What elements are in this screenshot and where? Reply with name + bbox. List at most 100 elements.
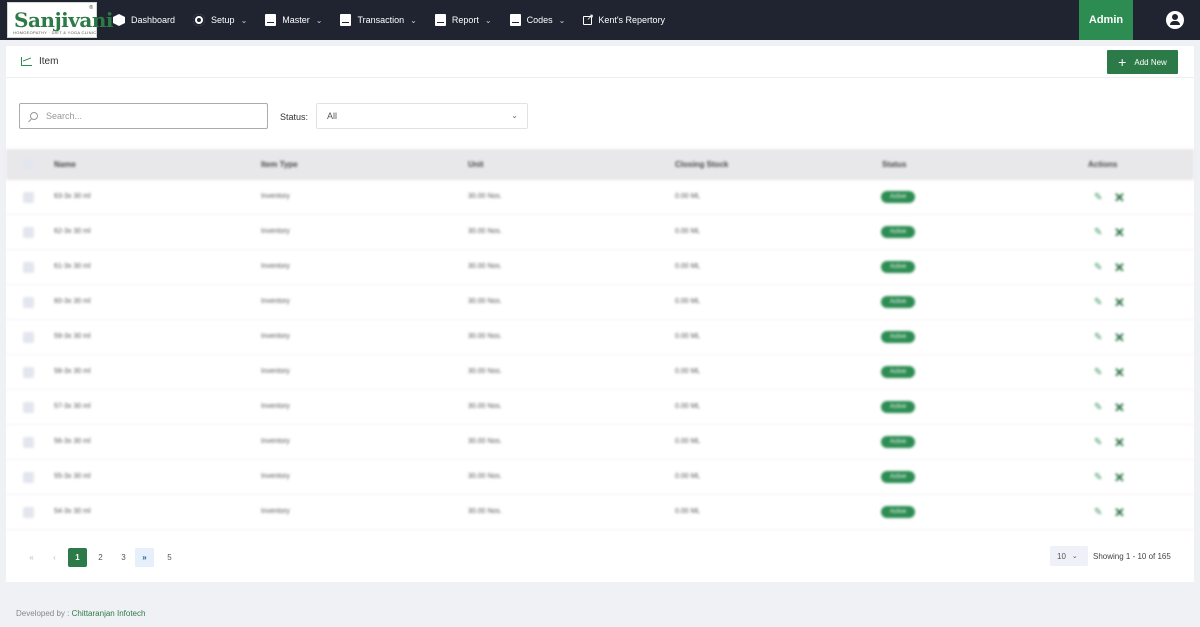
row-checkbox[interactable] <box>23 472 34 483</box>
chevron-down-icon: ⌄ <box>240 15 248 25</box>
row-checkbox[interactable] <box>23 437 34 448</box>
add-new-button[interactable]: + Add New <box>1107 50 1178 74</box>
table-row[interactable]: 58-3x 30 ml Inventory 30.00 Nos. 0.00 ML… <box>6 355 1194 390</box>
nav-kents-repertory[interactable]: Kent's Repertory <box>583 0 665 40</box>
delete-x-icon[interactable]: ✕ <box>1114 470 1125 486</box>
delete-x-icon[interactable]: ✕ <box>1114 400 1125 416</box>
delete-x-icon[interactable]: ✕ <box>1114 225 1125 241</box>
external-link-icon <box>583 12 594 25</box>
column-header-closing-stock[interactable]: Closing Stock <box>675 160 728 169</box>
page-button-2[interactable]: 2 <box>91 548 110 567</box>
top-navbar: Sanjivani ® HOMOEOPATHY · DIET & YOGA CL… <box>0 0 1200 40</box>
row-checkbox[interactable] <box>23 507 34 518</box>
row-checkbox[interactable] <box>23 262 34 273</box>
column-header-status[interactable]: Status <box>882 160 906 169</box>
row-checkbox[interactable] <box>23 227 34 238</box>
footer-company-link[interactable]: Chittaranjan Infotech <box>72 609 146 618</box>
admin-role-button[interactable]: Admin <box>1079 0 1133 40</box>
edit-pencil-icon[interactable]: ✎ <box>1094 437 1102 448</box>
cell-unit: 30.00 Nos. <box>468 263 502 270</box>
table-row[interactable]: 60-3x 30 ml Inventory 30.00 Nos. 0.00 ML… <box>6 285 1194 320</box>
delete-x-icon[interactable]: ✕ <box>1114 295 1125 311</box>
page-button-5[interactable]: 5 <box>160 548 179 567</box>
chart-icon <box>21 57 32 66</box>
table-row[interactable]: 55-3x 30 ml Inventory 30.00 Nos. 0.00 ML… <box>6 460 1194 495</box>
delete-x-icon[interactable]: ✕ <box>1114 435 1125 451</box>
status-badge: Active <box>881 331 915 343</box>
status-badge: Active <box>881 471 915 483</box>
user-account-icon[interactable] <box>1166 11 1184 29</box>
status-badge: Active <box>881 401 915 413</box>
first-page-button[interactable]: « <box>22 548 41 567</box>
column-header-name[interactable]: Name <box>54 160 76 169</box>
nav-master[interactable]: Master ⌄ <box>265 0 322 40</box>
per-page-select[interactable]: 10 ⌄ <box>1050 546 1088 566</box>
cell-unit: 30.00 Nos. <box>468 368 502 375</box>
status-badge: Active <box>881 261 915 273</box>
table-row[interactable]: 62-3x 30 ml Inventory 30.00 Nos. 0.00 ML… <box>6 215 1194 250</box>
nav-transaction[interactable]: Transaction ⌄ <box>340 0 417 40</box>
nav-report[interactable]: Report ⌄ <box>434 0 492 40</box>
edit-pencil-icon[interactable]: ✎ <box>1094 367 1102 378</box>
showing-count: Showing 1 - 10 of 165 <box>1093 552 1171 561</box>
delete-x-icon[interactable]: ✕ <box>1114 365 1125 381</box>
status-filter-value: All <box>327 111 338 121</box>
table-row[interactable]: 59-3x 30 ml Inventory 30.00 Nos. 0.00 ML… <box>6 320 1194 355</box>
prev-page-button[interactable]: ‹ <box>45 548 64 567</box>
nav-setup[interactable]: Setup ⌄ <box>193 0 247 40</box>
page-button-3[interactable]: 3 <box>114 548 133 567</box>
cell-item-type: Inventory <box>261 508 290 515</box>
edit-pencil-icon[interactable]: ✎ <box>1094 192 1102 203</box>
edit-pencil-icon[interactable]: ✎ <box>1094 472 1102 483</box>
cell-name: 58-3x 30 ml <box>54 368 91 375</box>
nav-codes-label: Codes <box>526 15 553 25</box>
delete-x-icon[interactable]: ✕ <box>1114 330 1125 346</box>
select-all-checkbox[interactable] <box>23 159 34 170</box>
edit-pencil-icon[interactable]: ✎ <box>1094 297 1102 308</box>
nav-dashboard[interactable]: Dashboard <box>113 0 175 40</box>
cell-unit: 30.00 Nos. <box>468 403 502 410</box>
edit-pencil-icon[interactable]: ✎ <box>1094 402 1102 413</box>
table-row[interactable]: 63-3x 30 ml Inventory 30.00 Nos. 0.00 ML… <box>6 180 1194 215</box>
row-checkbox[interactable] <box>23 332 34 343</box>
column-header-unit[interactable]: Unit <box>468 160 484 169</box>
table-row[interactable]: 56-3x 30 ml Inventory 30.00 Nos. 0.00 ML… <box>6 425 1194 460</box>
chevron-down-icon: ⌄ <box>484 15 492 25</box>
status-badge: Active <box>881 226 915 238</box>
status-badge: Active <box>881 296 915 308</box>
nav-master-label: Master <box>282 15 310 25</box>
edit-pencil-icon[interactable]: ✎ <box>1094 332 1102 343</box>
cell-unit: 30.00 Nos. <box>468 333 502 340</box>
status-filter-select[interactable]: All ⌄ <box>316 103 528 129</box>
table-header: Name Item Type Unit Closing Stock Status… <box>6 149 1194 180</box>
cell-name: 56-3x 30 ml <box>54 438 91 445</box>
book-icon <box>340 14 352 26</box>
table-row[interactable]: 54-3x 30 ml Inventory 30.00 Nos. 0.00 ML… <box>6 495 1194 530</box>
row-checkbox[interactable] <box>23 367 34 378</box>
search-input[interactable] <box>46 111 246 121</box>
row-checkbox[interactable] <box>23 297 34 308</box>
row-checkbox[interactable] <box>23 402 34 413</box>
row-checkbox[interactable] <box>23 192 34 203</box>
footer: Developed by : Chittaranjan Infotech <box>16 609 145 618</box>
cell-closing-stock: 0.00 ML <box>675 403 701 410</box>
column-header-item-type[interactable]: Item Type <box>261 160 298 169</box>
table-row[interactable]: 61-3x 30 ml Inventory 30.00 Nos. 0.00 ML… <box>6 250 1194 285</box>
last-page-button[interactable]: » <box>135 548 154 567</box>
status-badge: Active <box>881 506 915 518</box>
page-button-1[interactable]: 1 <box>68 548 87 567</box>
nav-codes[interactable]: Codes ⌄ <box>509 0 565 40</box>
cell-name: 55-3x 30 ml <box>54 473 91 480</box>
delete-x-icon[interactable]: ✕ <box>1114 190 1125 206</box>
cell-closing-stock: 0.00 ML <box>675 438 701 445</box>
edit-pencil-icon[interactable]: ✎ <box>1094 507 1102 518</box>
delete-x-icon[interactable]: ✕ <box>1114 260 1125 276</box>
brand-logo[interactable]: Sanjivani ® HOMOEOPATHY · DIET & YOGA CL… <box>7 2 114 38</box>
edit-pencil-icon[interactable]: ✎ <box>1094 227 1102 238</box>
delete-x-icon[interactable]: ✕ <box>1114 505 1125 521</box>
search-box[interactable] <box>19 103 268 129</box>
item-list-card: Item + Add New Status: All ⌄ Name Item T… <box>6 46 1194 582</box>
table-row[interactable]: 57-3x 30 ml Inventory 30.00 Nos. 0.00 ML… <box>6 390 1194 425</box>
edit-pencil-icon[interactable]: ✎ <box>1094 262 1102 273</box>
cell-name: 60-3x 30 ml <box>54 298 91 305</box>
